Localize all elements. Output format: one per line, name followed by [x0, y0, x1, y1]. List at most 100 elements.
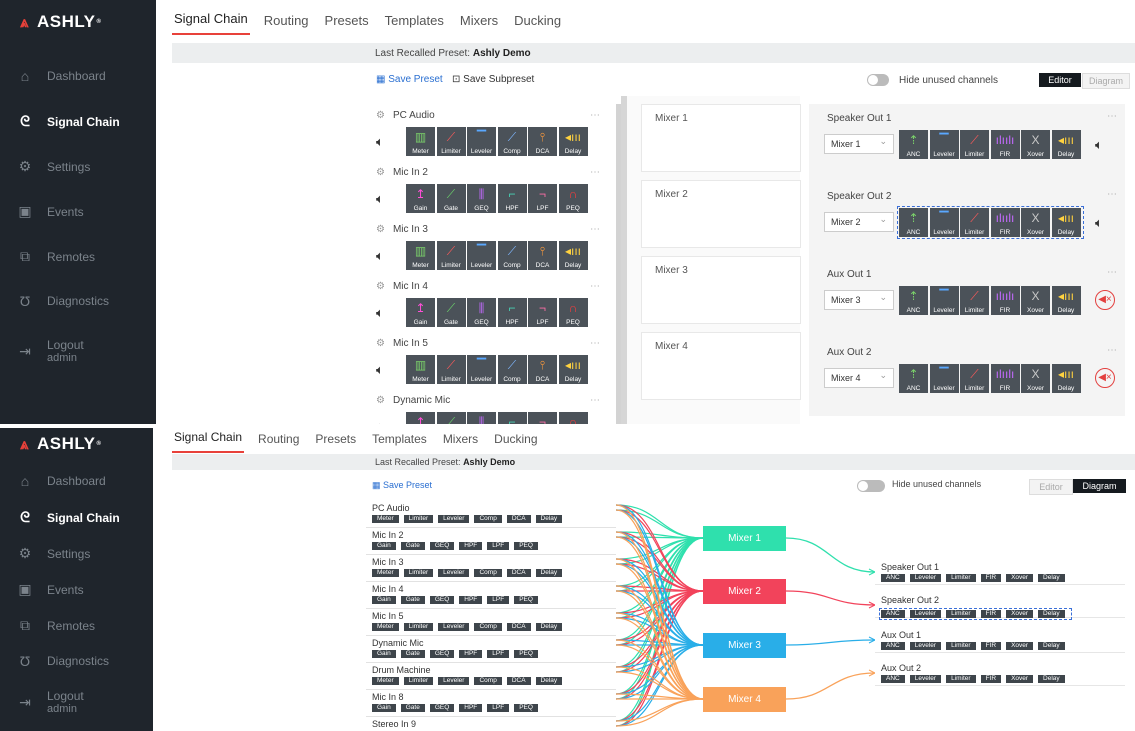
block-leveler[interactable]: ▔ Leveler [929, 286, 959, 315]
block-leveler[interactable]: ▔ Leveler [467, 127, 496, 156]
more-icon[interactable]: ⋯ [590, 395, 600, 406]
more-icon[interactable]: ⋯ [590, 110, 600, 121]
hide-unused-toggle[interactable] [867, 74, 889, 86]
block-gain[interactable]: ↥Gain [406, 298, 435, 327]
block-geq[interactable]: GEQ [429, 542, 455, 550]
block-geq[interactable]: GEQ [429, 704, 455, 712]
block-limiter[interactable]: Limiter [403, 515, 434, 523]
block-leveler[interactable]: Leveler [438, 677, 470, 685]
block-xover[interactable]: X Xover [1021, 208, 1050, 237]
mixer-source-select[interactable]: Mixer 2 [824, 212, 894, 232]
block-anc[interactable]: ANC [881, 642, 905, 650]
block-comp[interactable]: Comp [474, 569, 502, 577]
block-meter[interactable]: Meter [372, 623, 399, 631]
mixer-card[interactable]: Mixer 4 [641, 332, 801, 400]
block-leveler[interactable]: Leveler [438, 623, 470, 631]
tab-routing[interactable]: Routing [262, 13, 311, 35]
tab-signal-chain[interactable]: Signal Chain [172, 11, 250, 35]
block-peq[interactable]: PEQ [514, 704, 538, 712]
diagram-input[interactable]: Mic In 8 Gain Gate GEQ HPF LPF PEQ [366, 690, 616, 717]
block-delay[interactable]: Delay [535, 515, 563, 523]
block-dca[interactable]: DCA [506, 677, 531, 685]
block-gain[interactable]: Gain [372, 704, 396, 712]
block-leveler[interactable]: ▔ Leveler [467, 241, 496, 270]
block-anc[interactable]: ⇡ ANC [899, 208, 928, 237]
gear-icon[interactable]: ⚙ [376, 281, 385, 292]
block-comp[interactable]: ⟋ Comp [497, 241, 527, 270]
block-gain[interactable]: ↥Gain [406, 412, 435, 424]
block-leveler[interactable]: ▔ Leveler [467, 355, 496, 384]
block-fir[interactable]: FIR [980, 574, 1002, 582]
more-icon[interactable]: ⋯ [590, 167, 600, 178]
sidebar-item-diagnostics[interactable]: Ʊ Diagnostics [0, 293, 109, 309]
mixer-card[interactable]: Mixer 1 [641, 104, 801, 172]
diagram-input[interactable]: Stereo In 9 [366, 717, 616, 731]
gear-icon[interactable]: ⚙ [376, 167, 385, 178]
block-leveler[interactable]: Leveler [909, 610, 942, 618]
more-icon[interactable]: ⋯ [1107, 267, 1117, 278]
block-gain[interactable]: Gain [372, 542, 396, 550]
block-peq[interactable]: PEQ [514, 542, 538, 550]
more-icon[interactable]: ⋯ [590, 224, 600, 235]
block-lpf[interactable]: LPF [487, 650, 510, 658]
block-limiter[interactable]: ⟋ Limiter [960, 130, 989, 159]
block-gate[interactable]: Gate [400, 542, 425, 550]
block-meter[interactable]: ▥ Meter [406, 355, 435, 384]
speaker-icon[interactable]: 🔈︎ [1095, 137, 1103, 153]
block-leveler[interactable]: ▔ Leveler [929, 364, 959, 393]
block-dca[interactable]: DCA [506, 515, 531, 523]
block-geq[interactable]: ⫼GEQ [467, 412, 496, 424]
block-meter[interactable]: Meter [372, 515, 399, 523]
block-hpf[interactable]: ⌐HPF [497, 412, 527, 424]
block-dca[interactable]: ⫯ DCA [528, 241, 557, 270]
block-delay[interactable]: Delay [1038, 642, 1065, 650]
block-geq[interactable]: GEQ [429, 596, 455, 604]
block-comp[interactable]: ⟋ Comp [497, 127, 527, 156]
block-anc[interactable]: ANC [881, 610, 905, 618]
speaker-icon[interactable]: 🔈︎ [376, 191, 406, 207]
mixer-node[interactable]: Mixer 3 [703, 633, 786, 658]
mixer-node[interactable]: Mixer 4 [703, 687, 786, 712]
block-delay[interactable]: ◂ııı Delay [558, 355, 588, 384]
mixer-source-select[interactable]: Mixer 1 [824, 134, 894, 154]
block-geq[interactable]: ⫼GEQ [467, 184, 496, 213]
block-leveler[interactable]: ▔ Leveler [929, 130, 959, 159]
block-lpf[interactable]: ¬LPF [528, 412, 557, 424]
sidebar-item-logout[interactable]: ⇥ Logout admin [0, 338, 84, 364]
diagram-input[interactable]: Mic In 2 Gain Gate GEQ HPF LPF PEQ [366, 528, 616, 555]
block-dca[interactable]: DCA [506, 623, 531, 631]
block-peq[interactable]: ∩PEQ [558, 298, 588, 327]
mute-icon[interactable]: ◀× [1095, 290, 1115, 310]
block-delay[interactable]: Delay [535, 623, 563, 631]
block-fir[interactable]: FIR [980, 642, 1002, 650]
block-delay[interactable]: ◂ııı Delay [1051, 208, 1081, 237]
save-preset-button[interactable]: ▦ Save Preset [376, 74, 443, 85]
block-fir[interactable]: ılıılı FIR [990, 286, 1020, 315]
sidebar-item-events[interactable]: ▣ Events [0, 203, 83, 220]
block-lpf[interactable]: LPF [487, 596, 510, 604]
diagram-output[interactable]: Speaker Out 2 ANC Leveler Limiter FIR Xover De… [875, 591, 1125, 620]
gear-icon[interactable]: ⚙ [376, 395, 385, 406]
block-comp[interactable]: Comp [474, 677, 502, 685]
block-limiter[interactable]: ⟋ Limiter [960, 364, 989, 393]
mixer-source-select[interactable]: Mixer 4 [824, 368, 894, 388]
diagram-input[interactable]: Mic In 3 Meter Limiter Leveler Comp DCA Delay [366, 555, 616, 582]
block-xover[interactable]: Xover [1006, 642, 1034, 650]
sidebar-item-signal-chain[interactable]: ᘓ Signal Chain [0, 113, 120, 130]
block-leveler[interactable]: Leveler [909, 642, 942, 650]
block-limiter[interactable]: ⟋ Limiter [960, 286, 989, 315]
diagram-output[interactable]: Speaker Out 1 ANC Leveler Limiter FIR Xover De… [875, 558, 1125, 585]
block-lpf[interactable]: ¬LPF [528, 298, 557, 327]
block-gate[interactable]: ⟋Gate [436, 412, 466, 424]
more-icon[interactable]: ⋯ [1107, 111, 1117, 122]
more-icon[interactable]: ⋯ [1107, 345, 1117, 356]
block-fir[interactable]: ılıılı FIR [990, 208, 1020, 237]
block-gate[interactable]: Gate [400, 650, 425, 658]
tab-mixers[interactable]: Mixers [458, 13, 500, 35]
block-xover[interactable]: X Xover [1021, 286, 1050, 315]
save-subpreset-button[interactable]: ⊡ Save Subpreset [452, 74, 534, 85]
block-peq[interactable]: ∩PEQ [558, 412, 588, 424]
block-leveler[interactable]: Leveler [909, 574, 942, 582]
block-hpf[interactable]: ⌐HPF [497, 184, 527, 213]
more-icon[interactable]: ⋯ [590, 338, 600, 349]
